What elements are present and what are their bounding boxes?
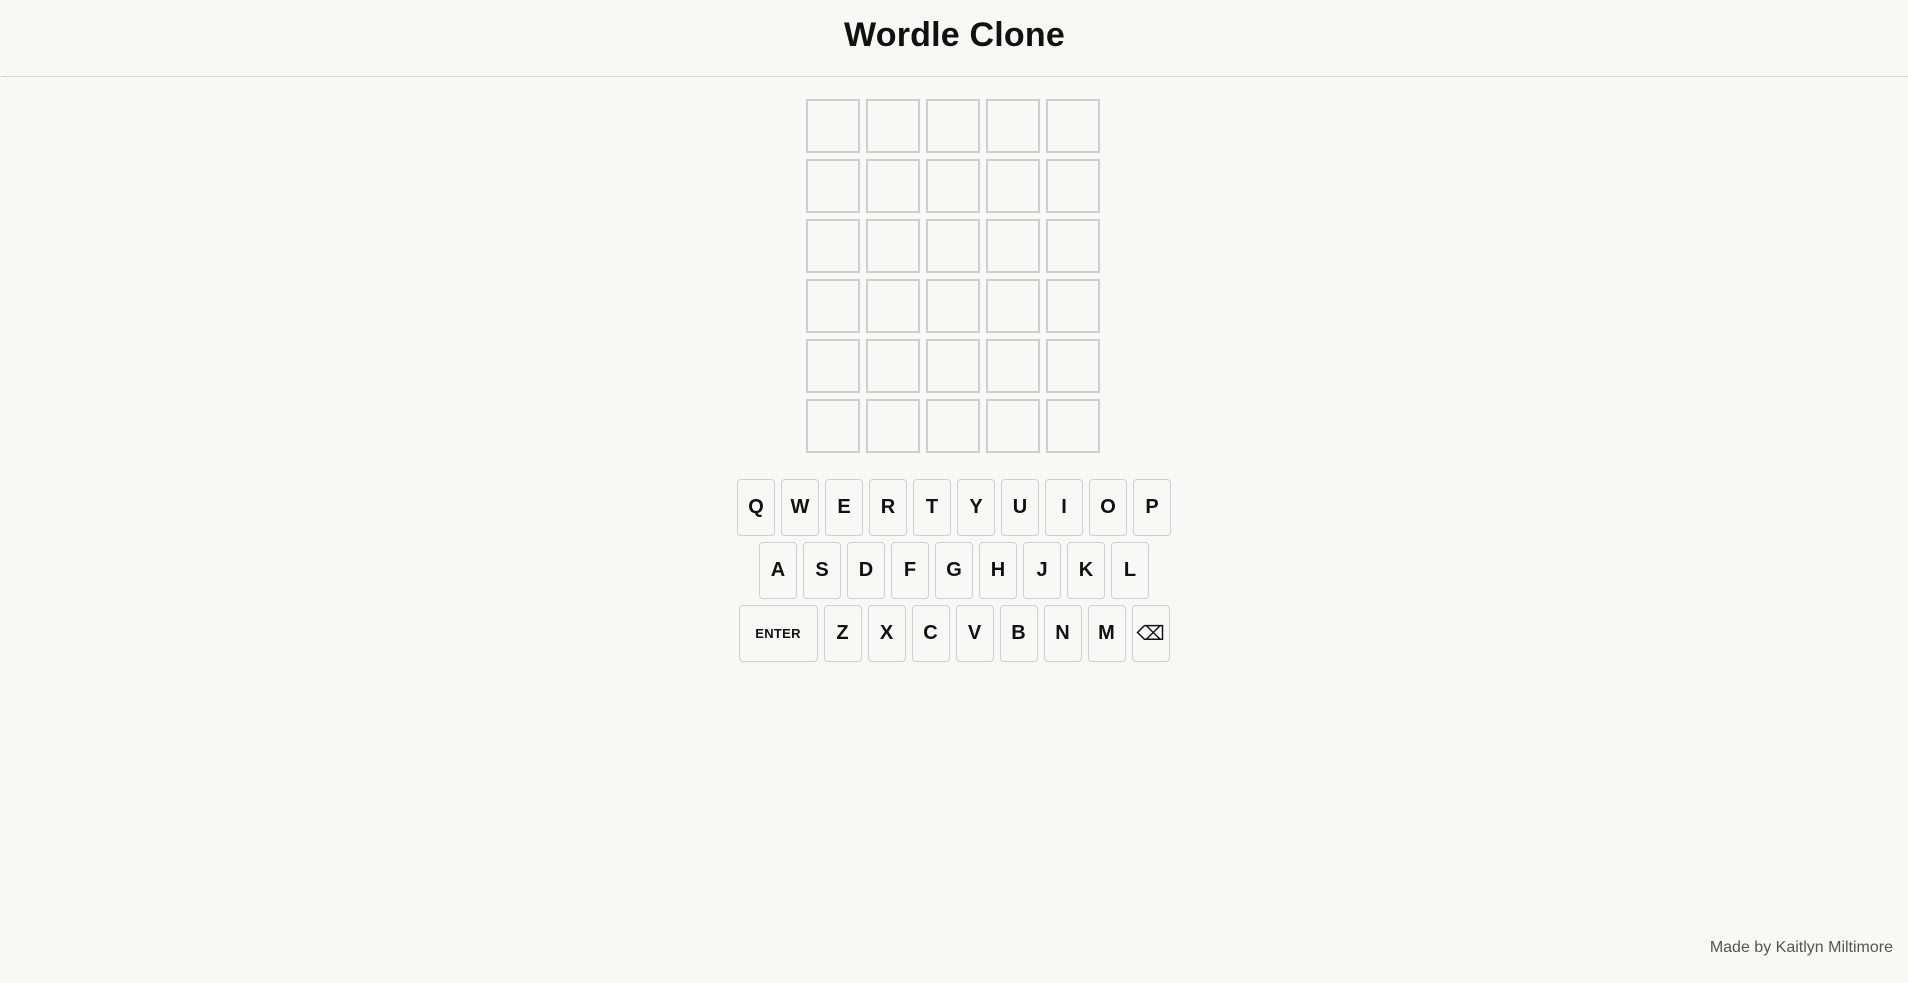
key-h[interactable]: H	[979, 542, 1017, 599]
board-tile	[866, 99, 920, 153]
board-tile	[806, 99, 860, 153]
board-tile	[926, 159, 980, 213]
board-tile	[806, 279, 860, 333]
board-tile	[926, 339, 980, 393]
game-board	[806, 99, 1100, 453]
backspace-key[interactable]: ⌫	[1131, 605, 1170, 662]
board-tile	[986, 399, 1040, 453]
keyboard-row-1: Q W E R T Y U I O P	[0, 479, 1908, 536]
board-tile	[866, 219, 920, 273]
key-z[interactable]: Z	[823, 605, 862, 662]
key-o[interactable]: O	[1089, 479, 1127, 536]
key-g[interactable]: G	[935, 542, 973, 599]
board-tile	[866, 339, 920, 393]
key-x[interactable]: X	[867, 605, 906, 662]
key-p[interactable]: P	[1133, 479, 1171, 536]
board-tile	[986, 339, 1040, 393]
key-b[interactable]: B	[999, 605, 1038, 662]
enter-key[interactable]: ENTER	[738, 605, 818, 662]
page: Wordle Clone Q W E R T Y U I O P A S D F…	[0, 0, 1908, 983]
board-tile	[926, 279, 980, 333]
board-tile	[806, 339, 860, 393]
board-tile	[986, 219, 1040, 273]
key-s[interactable]: S	[803, 542, 841, 599]
footer-credit: Made by Kaitlyn Miltimore	[1709, 939, 1893, 956]
board-tile	[1046, 339, 1100, 393]
key-y[interactable]: Y	[957, 479, 995, 536]
key-f[interactable]: F	[891, 542, 929, 599]
board-tile	[1046, 99, 1100, 153]
key-t[interactable]: T	[913, 479, 951, 536]
board-tile	[1046, 159, 1100, 213]
key-c[interactable]: C	[911, 605, 950, 662]
board-tile	[866, 279, 920, 333]
page-title: Wordle Clone	[844, 16, 1065, 54]
board-tile	[986, 99, 1040, 153]
board-tile	[986, 279, 1040, 333]
key-u[interactable]: U	[1001, 479, 1039, 536]
keyboard-row-3: ENTER Z X C V B N M ⌫	[0, 605, 1908, 662]
key-a[interactable]: A	[759, 542, 797, 599]
key-n[interactable]: N	[1043, 605, 1082, 662]
keyboard-row-2: A S D F G H J K L	[0, 542, 1908, 599]
board-tile	[926, 219, 980, 273]
board-tile	[806, 399, 860, 453]
board-tile	[1046, 219, 1100, 273]
board-tile	[806, 159, 860, 213]
board-tile	[1046, 399, 1100, 453]
key-i[interactable]: I	[1045, 479, 1083, 536]
board-tile	[926, 99, 980, 153]
key-d[interactable]: D	[847, 542, 885, 599]
app-header: Wordle Clone	[1, 0, 1908, 77]
key-v[interactable]: V	[955, 605, 994, 662]
key-r[interactable]: R	[869, 479, 907, 536]
board-tile	[1046, 279, 1100, 333]
board-tile	[866, 399, 920, 453]
board-tile	[926, 399, 980, 453]
key-q[interactable]: Q	[737, 479, 775, 536]
key-e[interactable]: E	[825, 479, 863, 536]
backspace-icon: ⌫	[1136, 623, 1165, 645]
board-tile	[866, 159, 920, 213]
key-w[interactable]: W	[781, 479, 819, 536]
board-tile	[806, 219, 860, 273]
key-l[interactable]: L	[1111, 542, 1149, 599]
key-j[interactable]: J	[1023, 542, 1061, 599]
key-m[interactable]: M	[1087, 605, 1126, 662]
key-k[interactable]: K	[1067, 542, 1105, 599]
board-tile	[986, 159, 1040, 213]
